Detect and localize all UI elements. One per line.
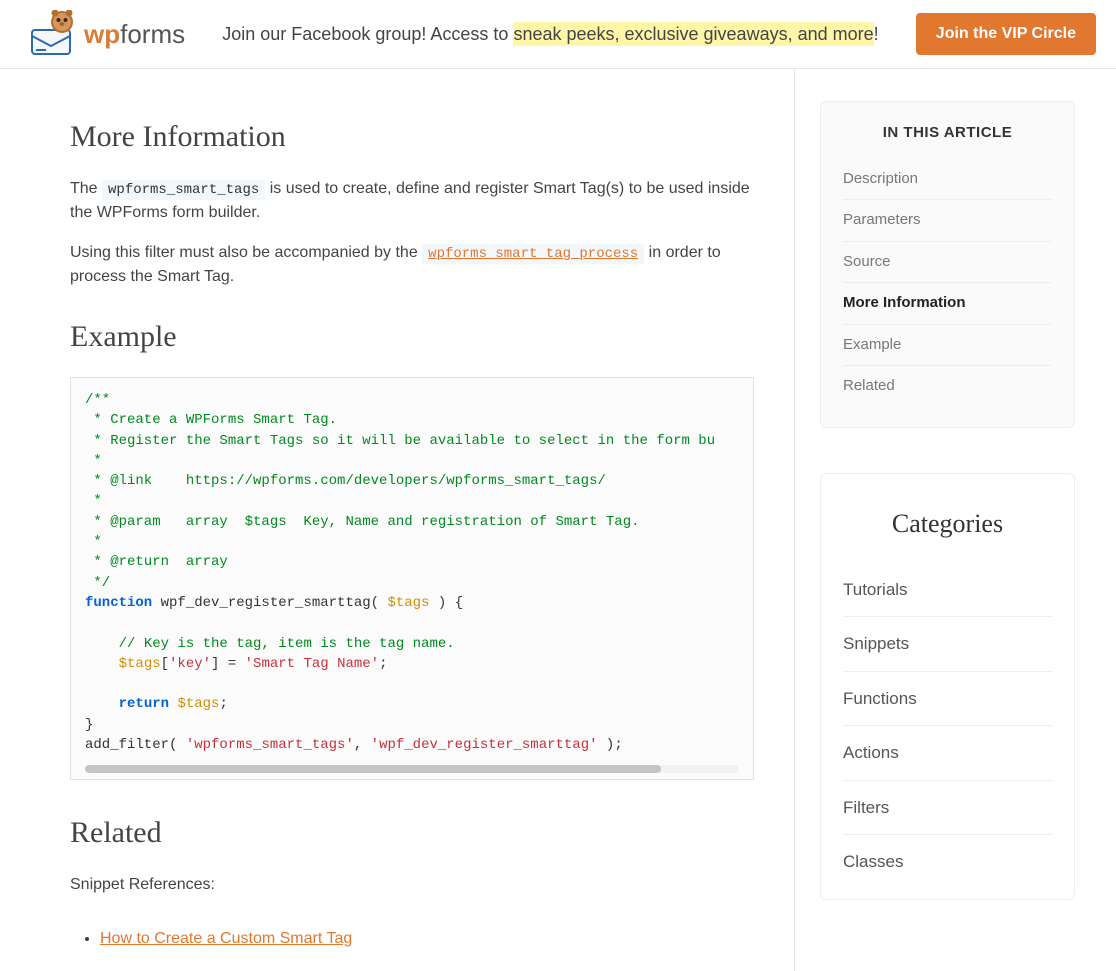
category-item-filters[interactable]: Filters: [843, 781, 1052, 836]
categories-list: Tutorials Snippets Functions Actions Fil…: [843, 563, 1052, 889]
category-item-classes[interactable]: Classes: [843, 835, 1052, 889]
toc-item-parameters[interactable]: Parameters: [843, 200, 1052, 242]
category-item-tutorials[interactable]: Tutorials: [843, 563, 1052, 618]
promo-post-text: !: [874, 24, 879, 44]
promo-highlight: sneak peeks, exclusive giveaways, and mo…: [513, 22, 873, 46]
categories-box: Categories Tutorials Snippets Functions …: [820, 473, 1075, 900]
category-item-actions[interactable]: Actions: [843, 726, 1052, 781]
heading-more-information: More Information: [70, 114, 754, 159]
category-item-snippets[interactable]: Snippets: [843, 617, 1052, 672]
code-example-block: /** * Create a WPForms Smart Tag. * Regi…: [70, 377, 754, 780]
categories-title: Categories: [843, 504, 1052, 543]
scrollbar-thumb[interactable]: [85, 765, 661, 773]
toc-item-description[interactable]: Description: [843, 159, 1052, 201]
more-info-p1: The wpforms_smart_tags is used to create…: [70, 177, 754, 225]
article-content: More Information The wpforms_smart_tags …: [0, 69, 795, 971]
more-info-p2: Using this filter must also be accompani…: [70, 241, 754, 289]
code-link-smart-tag-process[interactable]: wpforms_smart_tag_process: [422, 244, 644, 264]
logo-text: wpforms: [84, 15, 185, 54]
list-item: How to Create a Custom Smart Tag: [100, 927, 754, 951]
code-horizontal-scrollbar[interactable]: [85, 765, 739, 773]
heading-example: Example: [70, 314, 754, 359]
join-vip-button[interactable]: Join the VIP Circle: [916, 13, 1096, 55]
wpforms-logo-icon: [20, 10, 82, 58]
code-wpforms-smart-tags: wpforms_smart_tags: [102, 180, 265, 200]
toc-title: IN THIS ARTICLE: [821, 122, 1074, 145]
category-item-functions[interactable]: Functions: [843, 672, 1052, 727]
promo-pre-text: Join our Facebook group! Access to: [222, 24, 513, 44]
toc-item-example[interactable]: Example: [843, 325, 1052, 367]
toc-item-related[interactable]: Related: [843, 366, 1052, 407]
toc-item-source[interactable]: Source: [843, 242, 1052, 284]
sidebar: IN THIS ARTICLE Description Parameters S…: [795, 69, 1100, 971]
toc-box: IN THIS ARTICLE Description Parameters S…: [820, 101, 1075, 428]
site-logo[interactable]: wpforms: [20, 10, 185, 58]
heading-related: Related: [70, 810, 754, 855]
snippet-references-label: Snippet References:: [70, 873, 754, 897]
link-create-custom-smart-tag[interactable]: How to Create a Custom Smart Tag: [100, 930, 352, 947]
promo-banner[interactable]: Join our Facebook group! Access to sneak…: [222, 21, 878, 48]
toc-item-more-information[interactable]: More Information: [843, 283, 1052, 325]
code-pre: /** * Create a WPForms Smart Tag. * Regi…: [85, 390, 739, 755]
site-header: wpforms Join our Facebook group! Access …: [0, 0, 1116, 69]
toc-list: Description Parameters Source More Infor…: [821, 159, 1074, 407]
related-links-list: How to Create a Custom Smart Tag: [70, 927, 754, 951]
